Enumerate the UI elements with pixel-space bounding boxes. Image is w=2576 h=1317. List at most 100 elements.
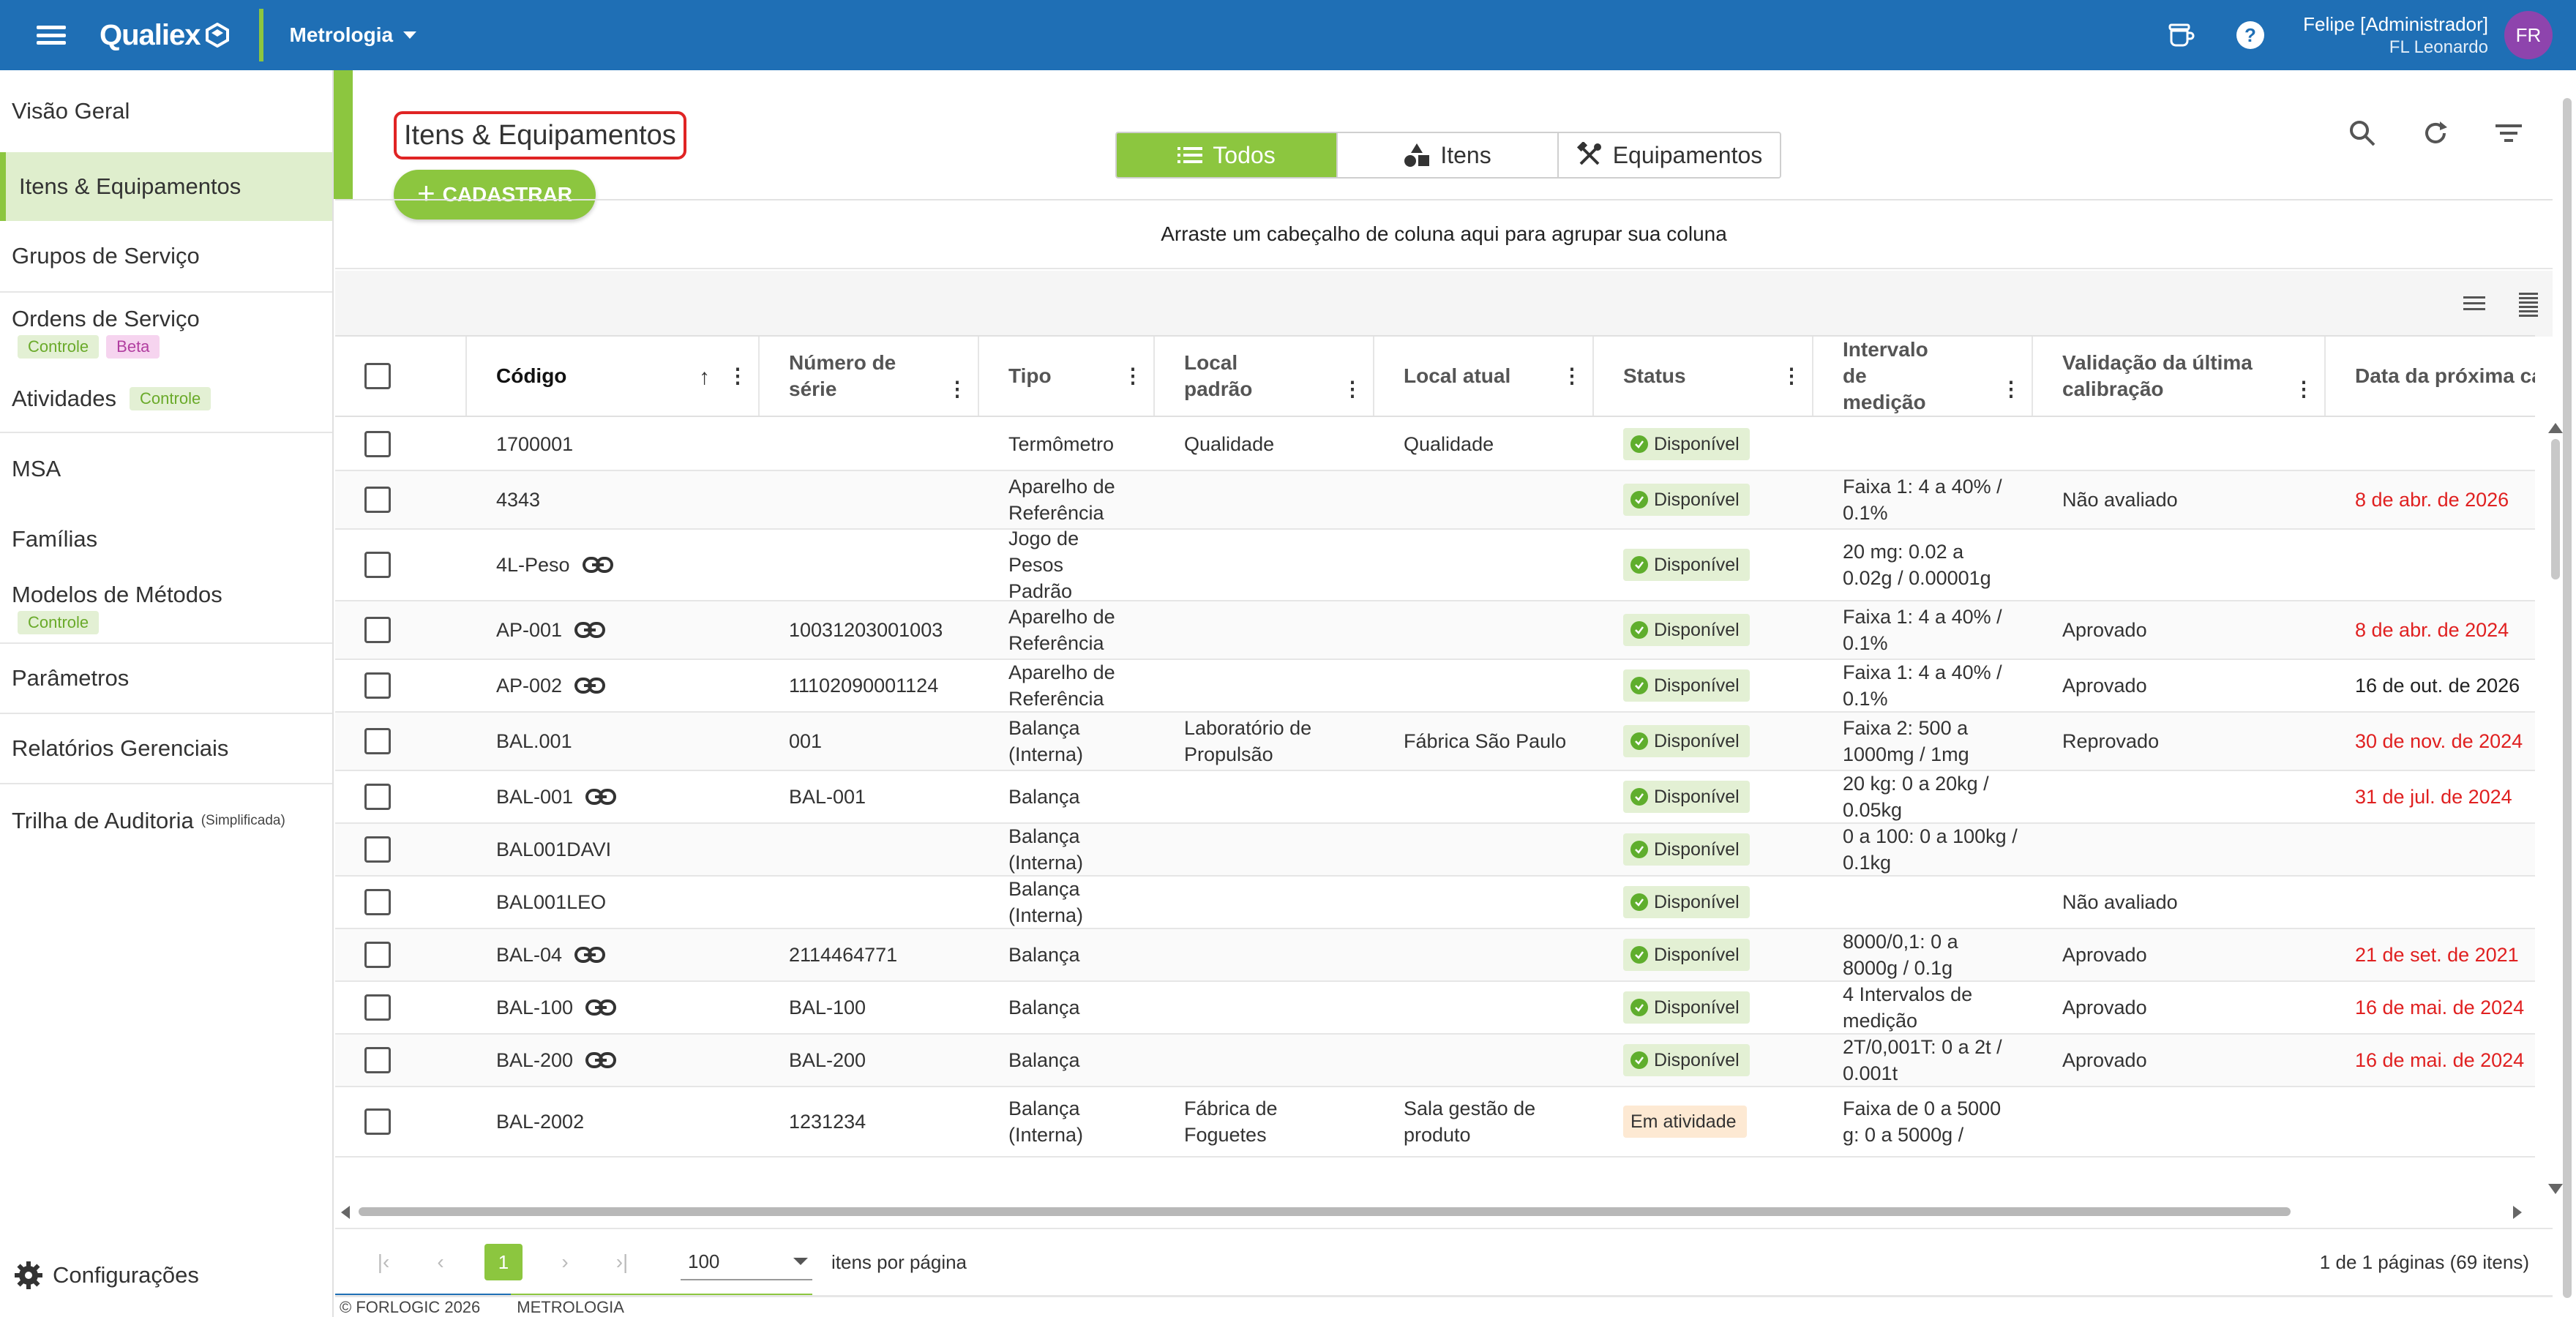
sidebar-item-parametros[interactable]: Parâmetros <box>0 644 332 714</box>
table-row[interactable]: BAL.001 001 Balança (Interna) Laboratório d… <box>335 713 2535 771</box>
link-icon[interactable] <box>574 675 606 696</box>
column-header-local-atual[interactable]: Local atual ⋮ <box>1374 337 1594 416</box>
cell-text[interactable]: AP-002 <box>496 672 562 699</box>
module-selector[interactable]: Metrologia <box>290 23 417 47</box>
current-page-button[interactable]: 1 <box>484 1244 523 1280</box>
sidebar-item-familias[interactable]: Famílias <box>0 505 332 574</box>
table-row[interactable]: AP-002 11102090001124 Aparelho de Referênc… <box>335 660 2535 713</box>
table-row[interactable]: BAL-2002 1231234 Balança (Interna) Fábrica … <box>335 1087 2535 1157</box>
table-row[interactable]: 4L-Peso Jogo de Pesos Padrão Disponível 20 … <box>335 530 2535 601</box>
cell-text[interactable]: 4343 <box>496 487 540 513</box>
column-menu-icon[interactable]: ⋮ <box>727 366 748 386</box>
row-checkbox[interactable] <box>364 672 391 699</box>
row-checkbox[interactable] <box>364 942 391 968</box>
column-header-numero-serie[interactable]: Número de série ⋮ <box>760 337 979 416</box>
column-menu-icon[interactable]: ⋮ <box>947 379 967 399</box>
link-icon[interactable] <box>585 997 617 1018</box>
tab-itens[interactable]: Itens <box>1338 133 1559 177</box>
tab-todos[interactable]: Todos <box>1117 133 1338 177</box>
row-checkbox[interactable] <box>364 836 391 863</box>
column-header-intervalo[interactable]: Intervalo de medição ⋮ <box>1813 337 2033 416</box>
horizontal-scrollbar[interactable] <box>341 1203 2522 1220</box>
table-row[interactable]: AP-001 10031203001003 Aparelho de Referênc… <box>335 601 2535 660</box>
coffee-cup-icon[interactable] <box>2163 18 2198 53</box>
column-header-codigo[interactable]: Código ↑ ⋮ <box>467 337 760 416</box>
tab-equipamentos[interactable]: Equipamentos <box>1559 133 1780 177</box>
scroll-down-arrow-icon[interactable] <box>2548 1184 2563 1194</box>
table-row[interactable]: BAL001LEO Balança (Interna) Disponível Não … <box>335 877 2535 929</box>
row-checkbox[interactable] <box>364 617 391 643</box>
table-row[interactable]: BAL-100 BAL-100 Balança Disponível 4 Interva… <box>335 982 2535 1035</box>
row-checkbox[interactable] <box>364 728 391 754</box>
link-icon[interactable] <box>585 1050 617 1070</box>
filter-icon[interactable] <box>2493 117 2525 149</box>
link-icon[interactable] <box>585 787 617 807</box>
cell-text[interactable]: BAL-100 <box>496 994 573 1021</box>
table-row[interactable]: BAL-04 2114464771 Balança Disponível 8000/0,… <box>335 929 2535 982</box>
row-checkbox[interactable] <box>364 1108 391 1135</box>
table-row[interactable]: 4343 Aparelho de Referência Disponível Faix… <box>335 471 2535 530</box>
page-size-select[interactable]: 100 <box>681 1244 812 1280</box>
table-row[interactable]: BAL001DAVI Balança (Interna) Disponível 0 a… <box>335 824 2535 877</box>
cell-text[interactable]: BAL-001 <box>496 784 573 810</box>
column-header-proxima-data[interactable]: Data da próxima ca <box>2326 337 2535 416</box>
column-menu-icon[interactable]: ⋮ <box>2001 379 2021 399</box>
row-checkbox[interactable] <box>364 487 391 513</box>
column-header-local-padrao[interactable]: Local padrão ⋮ <box>1155 337 1374 416</box>
row-checkbox[interactable] <box>364 1047 391 1073</box>
group-by-panel[interactable]: Arraste um cabeçalho de coluna aqui para… <box>335 200 2553 269</box>
sidebar-item-ordens-servico[interactable]: Ordens de Serviço Controle Beta <box>0 293 332 366</box>
help-icon[interactable]: ? <box>2233 18 2268 53</box>
cell-text[interactable]: BAL001DAVI <box>496 836 611 863</box>
horizontal-scroll-thumb[interactable] <box>359 1207 2291 1216</box>
sidebar-item-msa[interactable]: MSA <box>0 433 332 505</box>
row-checkbox[interactable] <box>364 889 391 915</box>
cell-text[interactable]: AP-001 <box>496 617 562 643</box>
column-menu-icon[interactable]: ⋮ <box>2294 379 2314 399</box>
select-all-checkbox[interactable] <box>364 363 391 389</box>
cell-text[interactable]: 1700001 <box>496 431 573 457</box>
link-icon[interactable] <box>574 620 606 640</box>
sidebar-item-relatorios-gerenciais[interactable]: Relatórios Gerenciais <box>0 714 332 784</box>
link-icon[interactable] <box>582 555 614 575</box>
cell-text[interactable]: 4L-Peso <box>496 552 570 578</box>
cell-text[interactable]: BAL-2002 <box>496 1108 584 1135</box>
cell-text[interactable]: BAL001LEO <box>496 889 606 915</box>
column-menu-icon[interactable]: ⋮ <box>1342 379 1363 399</box>
column-header-validacao[interactable]: Validação da última calibração ⋮ <box>2033 337 2326 416</box>
dense-view-icon[interactable] <box>2515 290 2542 318</box>
scroll-up-arrow-icon[interactable] <box>2548 423 2563 433</box>
sidebar-item-visao-geral[interactable]: Visão Geral <box>0 70 332 152</box>
sidebar-item-trilha-auditoria[interactable]: Trilha de Auditoria (Simplificada) <box>0 784 332 858</box>
column-header-tipo[interactable]: Tipo ⋮ <box>979 337 1155 416</box>
user-info[interactable]: Felipe [Administrador] FL Leonardo <box>2303 13 2488 58</box>
compact-view-icon[interactable] <box>2460 290 2488 318</box>
table-row[interactable]: BAL-001 BAL-001 Balança Disponível 20 kg: 0 … <box>335 771 2535 824</box>
refresh-icon[interactable] <box>2419 117 2452 149</box>
sidebar-item-atividades[interactable]: Atividades Controle <box>0 366 332 433</box>
app-logo[interactable]: Qualiex <box>100 19 230 52</box>
row-checkbox[interactable] <box>364 552 391 578</box>
row-checkbox[interactable] <box>364 994 391 1021</box>
vertical-scrollbar[interactable] <box>2563 98 2572 1298</box>
vertical-scroll-thumb[interactable] <box>2551 439 2560 579</box>
previous-page-icon[interactable]: ‹ <box>426 1247 455 1277</box>
next-page-icon[interactable]: › <box>550 1247 580 1277</box>
column-menu-icon[interactable]: ⋮ <box>1562 366 1582 386</box>
table-row[interactable]: 1700001 Termômetro Qualidade Qualidade Dispo… <box>335 419 2535 471</box>
column-menu-icon[interactable]: ⋮ <box>1123 366 1143 386</box>
avatar[interactable]: FR <box>2504 11 2553 59</box>
link-icon[interactable] <box>574 945 606 965</box>
table-row[interactable]: BAL-200 BAL-200 Balança Disponível 2T/0,001T… <box>335 1035 2535 1087</box>
scroll-right-arrow-icon[interactable] <box>2513 1206 2522 1219</box>
sidebar-item-grupos-servico[interactable]: Grupos de Serviço <box>0 221 332 293</box>
settings-link[interactable]: Configurações <box>13 1260 199 1291</box>
row-checkbox[interactable] <box>364 431 391 457</box>
cell-text[interactable]: BAL.001 <box>496 728 572 754</box>
cell-text[interactable]: BAL-200 <box>496 1047 573 1073</box>
sidebar-item-itens-equipamentos[interactable]: Itens & Equipamentos <box>0 152 332 221</box>
search-icon[interactable] <box>2346 117 2378 149</box>
scroll-left-arrow-icon[interactable] <box>341 1206 350 1219</box>
last-page-icon[interactable]: ›| <box>607 1247 637 1277</box>
sort-ascending-icon[interactable]: ↑ <box>699 364 710 391</box>
